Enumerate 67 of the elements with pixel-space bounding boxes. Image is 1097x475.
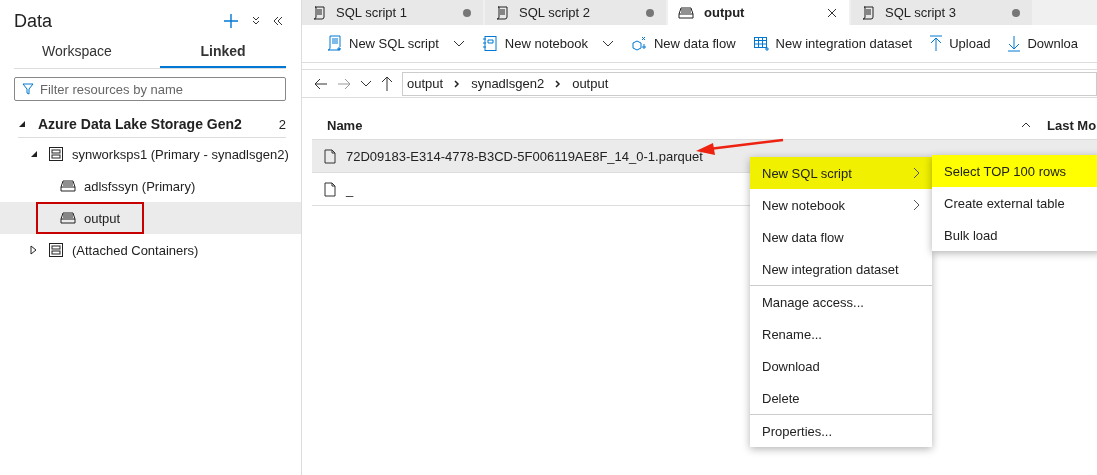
drive-icon [60, 180, 76, 192]
document-tab[interactable]: SQL script 3 [851, 0, 1032, 25]
chevron-down-icon[interactable] [360, 79, 372, 88]
breadcrumb-item[interactable]: synadlsgen2 [471, 76, 545, 91]
item-count: 2 [278, 116, 286, 132]
menu-item[interactable]: Select TOP 100 rows [932, 155, 1097, 187]
menu-item[interactable]: Delete [750, 382, 932, 414]
section-title[interactable]: Azure Data Lake Storage Gen2 [38, 116, 267, 132]
toolbar-button[interactable]: New data flow [630, 35, 736, 52]
filter-field[interactable]: Filter resources by name [14, 77, 286, 101]
panel-tab[interactable]: Workspace [14, 36, 140, 68]
menu-item[interactable]: New integration dataset [750, 253, 932, 285]
file-icon [324, 181, 336, 197]
expand-caret-icon[interactable] [30, 245, 38, 255]
script-icon [495, 5, 509, 20]
toolbar-button[interactable]: New integration dataset [752, 35, 913, 52]
menu-item[interactable]: Bulk load [932, 219, 1097, 251]
table-icon [752, 35, 770, 52]
tree-item[interactable]: synworksps1 (Primary - synadlsgen2) [72, 146, 289, 162]
chevron-right-icon [555, 79, 562, 88]
filter-icon [22, 83, 34, 95]
breadcrumb-item[interactable]: output [407, 76, 444, 91]
column-header[interactable]: Name [312, 117, 1021, 133]
document-tab[interactable]: output [668, 0, 849, 25]
breadcrumb-item[interactable]: output [572, 76, 609, 91]
storage-account-icon [48, 146, 64, 162]
drive-icon [678, 6, 694, 19]
forward-icon[interactable] [337, 77, 351, 90]
file-icon [324, 148, 336, 164]
upload-icon [929, 35, 944, 52]
expand-caret-icon[interactable] [30, 149, 38, 159]
collapse-all-icon[interactable] [251, 16, 261, 26]
close-icon[interactable] [827, 7, 837, 18]
back-icon[interactable] [314, 77, 328, 90]
toolbar-button[interactable]: New notebook [481, 35, 614, 52]
tree-item[interactable]: adlsfssyn (Primary) [84, 178, 196, 194]
panel-tab[interactable]: Linked [160, 36, 286, 68]
toolbar-button[interactable]: New SQL script [326, 35, 465, 52]
drive-icon [60, 212, 76, 224]
script-icon [861, 5, 875, 20]
column-header[interactable]: Last Mo [1047, 117, 1097, 133]
menu-item[interactable]: Download [750, 350, 932, 382]
document-tab[interactable]: SQL script 1 [302, 0, 483, 25]
tree-item[interactable]: output [84, 210, 121, 226]
document-tab[interactable]: SQL script 2 [485, 0, 666, 25]
download-icon [1007, 35, 1022, 52]
script-icon [312, 5, 326, 20]
script-icon [326, 35, 343, 52]
menu-item[interactable]: Rename... [750, 318, 932, 350]
chevron-right-icon [454, 79, 461, 88]
panel-title: Data [14, 10, 54, 32]
menu-item[interactable]: Properties... [750, 414, 932, 447]
toolbar-button[interactable]: Upload [929, 35, 991, 52]
menu-item[interactable]: Manage access... [750, 285, 932, 318]
path-field[interactable]: output synadlsgen2 output [402, 71, 1097, 96]
menu-item[interactable]: New SQL script [750, 157, 932, 189]
cube-icon [630, 35, 648, 52]
storage-account-icon [48, 242, 64, 258]
toolbar-button[interactable]: Downloa [1007, 35, 1078, 52]
add-icon[interactable] [223, 13, 239, 29]
notebook-icon [481, 35, 499, 52]
tree-item[interactable]: (Attached Containers) [72, 242, 199, 258]
expand-caret-icon[interactable] [18, 120, 26, 128]
sort-caret-icon[interactable] [1021, 122, 1031, 128]
menu-item[interactable]: New data flow [750, 221, 932, 253]
collapse-panel-icon[interactable] [273, 16, 283, 26]
up-icon[interactable] [381, 76, 393, 91]
